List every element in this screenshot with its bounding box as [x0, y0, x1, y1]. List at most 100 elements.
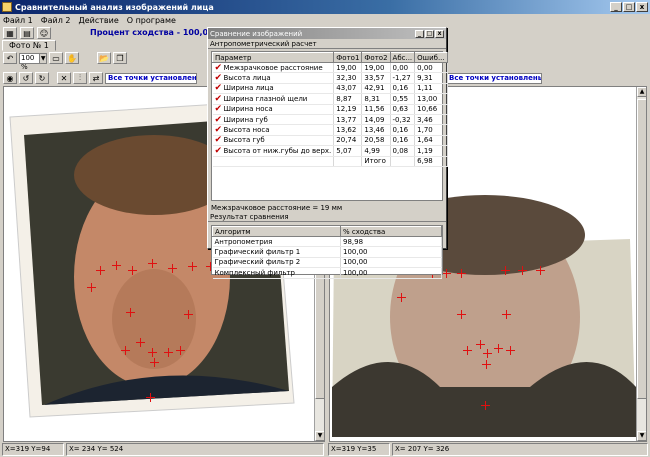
rotate-right-icon[interactable]: ↻	[35, 72, 49, 84]
tab-photo-1[interactable]: Фото № 1	[2, 40, 56, 51]
landmark-marker[interactable]	[126, 308, 135, 317]
landmark-marker[interactable]	[506, 346, 515, 355]
landmark-marker[interactable]	[463, 346, 472, 355]
landmark-marker[interactable]	[148, 259, 157, 268]
checkmark-icon[interactable]: ✔	[215, 115, 224, 124]
table-row[interactable]: ✔Ширина лица 43,07 42,91 0,16 1,11	[212, 83, 448, 95]
zoom-select[interactable]: 100 % ▼	[19, 52, 47, 71]
checkmark-icon[interactable]: ✔	[215, 74, 224, 83]
minimize-button[interactable]: _	[610, 2, 622, 12]
result-section-label: Результат сравнения	[208, 212, 446, 222]
landmark-marker[interactable]	[397, 293, 406, 302]
landmark-marker[interactable]	[476, 340, 485, 349]
hand-pan-icon[interactable]: ✋	[65, 52, 79, 64]
checkmark-icon[interactable]: ✔	[215, 146, 224, 155]
col-similarity[interactable]: % сходства	[340, 226, 442, 237]
col-algorithm[interactable]: Алгоритм	[212, 226, 341, 237]
table-row[interactable]: Комплексный фильтр 100,00	[212, 267, 442, 279]
menu-action[interactable]: Действие	[78, 16, 118, 25]
checkmark-icon[interactable]: ✔	[215, 136, 224, 145]
scroll-down-icon[interactable]: ▼	[315, 431, 324, 441]
landmark-marker[interactable]	[442, 269, 451, 278]
document-icon[interactable]: ▤	[20, 27, 34, 39]
scroll-up-icon[interactable]: ▲	[637, 87, 646, 97]
landmark-marker[interactable]	[96, 266, 105, 275]
landmark-marker[interactable]	[176, 346, 185, 355]
dialog-close-button[interactable]: x	[435, 29, 444, 38]
col-error[interactable]: Ошиб...	[414, 52, 448, 63]
dialog-minimize-button[interactable]: _	[415, 29, 424, 38]
table-row[interactable]: ✔Ширина глазной щели 8,87 8,31 0,55 13,00	[212, 93, 448, 105]
col-parameter[interactable]: Параметр	[211, 52, 335, 63]
table-row[interactable]: Графический фильтр 2 100,00	[212, 257, 442, 269]
table-row[interactable]: ✔Ширина носа 12,19 11,56 0,63 10,66	[212, 104, 448, 115]
rectangle-select-icon[interactable]: ▭	[49, 52, 63, 64]
landmark-marker[interactable]	[112, 261, 121, 270]
menu-file2[interactable]: Файл 2	[41, 16, 71, 25]
table-row[interactable]: Графический фильтр 1 100,00	[212, 246, 442, 258]
table-row[interactable]: ✔Высота лица 32,30 33,57 -1,27 9,31	[212, 72, 448, 84]
landmark-marker[interactable]	[457, 310, 466, 319]
align-icon[interactable]: ⫶	[73, 72, 87, 84]
table-row[interactable]: ✔Межзрачковое расстояние 19,00 19,00 0,00 0,…	[212, 62, 448, 74]
anthropometric-table[interactable]: Параметр Фото1 Фото2 Абс... Ошиб... ✔Меж…	[211, 51, 448, 201]
table-row[interactable]: ✔Высота носа 13,62 13,46 0,16 1,70	[212, 124, 448, 136]
scroll-thumb[interactable]	[637, 99, 646, 399]
open-folder-icon[interactable]: 📂	[97, 52, 111, 64]
table-row[interactable]: ✔Ширина губ 13,77 14,09 -0,32 3,46	[212, 114, 448, 126]
eye-icon[interactable]: ◉	[3, 72, 17, 84]
table-row[interactable]: Антропометрия 98,98	[212, 236, 442, 248]
swap-icon[interactable]: ⇄	[89, 72, 103, 84]
landmark-marker[interactable]	[502, 310, 511, 319]
delete-point-icon[interactable]: ✕	[57, 72, 71, 84]
menu-file1[interactable]: Файл 1	[3, 16, 33, 25]
landmark-marker[interactable]	[87, 283, 96, 292]
scroll-down-icon[interactable]: ▼	[637, 431, 646, 441]
landmark-marker[interactable]	[146, 393, 155, 402]
landmark-marker[interactable]	[136, 338, 145, 347]
table-row[interactable]: ✔Высота губ 20,74 20,58 0,16 1,64	[212, 135, 448, 147]
landmark-marker[interactable]	[483, 349, 492, 358]
copy-icon[interactable]: ❐	[113, 52, 127, 64]
table-row[interactable]: ✔Высота от ниж.губы до верх. 5,07 4,99 0,08…	[212, 145, 448, 157]
rotate-left-icon[interactable]: ↺	[19, 72, 33, 84]
right-vertical-scrollbar[interactable]: ▲ ▼	[636, 87, 646, 441]
dialog-maximize-button[interactable]: □	[425, 29, 434, 38]
landmark-marker[interactable]	[168, 264, 177, 273]
landmark-marker[interactable]	[482, 360, 491, 369]
checkmark-icon[interactable]: ✔	[215, 126, 224, 135]
landmark-marker[interactable]	[457, 269, 466, 278]
landmark-marker[interactable]	[536, 266, 545, 275]
undo-icon[interactable]: ↶	[3, 52, 17, 64]
col-abs[interactable]: Абс...	[389, 52, 416, 63]
left-point-toolbar: ◉ ↺ ↻ ✕ ⫶ ⇄ Все точки установлены	[3, 71, 197, 85]
landmark-marker[interactable]	[188, 262, 197, 271]
landmark-marker[interactable]	[518, 266, 527, 275]
checkmark-icon[interactable]: ✔	[215, 94, 224, 103]
landmark-marker[interactable]	[121, 346, 130, 355]
landmark-marker[interactable]	[164, 348, 173, 357]
parameter-cell: ✔Ширина лица	[212, 83, 335, 95]
result-table[interactable]: Алгоритм % сходства Антропометрия 98,98 Гр…	[211, 225, 443, 279]
maximize-button[interactable]: □	[623, 2, 635, 12]
value-cell: 32,30	[333, 72, 363, 84]
window-title: Сравнительный анализ изображений лица	[15, 2, 214, 12]
landmark-marker[interactable]	[150, 358, 159, 367]
menu-about[interactable]: О програме	[127, 16, 176, 25]
landmark-marker[interactable]	[481, 401, 490, 410]
close-button[interactable]: x	[636, 2, 648, 12]
checkmark-icon[interactable]: ✔	[215, 63, 224, 72]
face-settings-icon[interactable]: ☺	[37, 27, 51, 39]
checkmark-icon[interactable]: ✔	[215, 84, 224, 93]
landmark-marker[interactable]	[148, 348, 157, 357]
checkmark-icon[interactable]: ✔	[215, 105, 224, 114]
value-cell: 9,31	[414, 72, 448, 84]
value-cell: 11,56	[361, 104, 391, 115]
landmark-marker[interactable]	[501, 266, 510, 275]
calculator-icon[interactable]: ▦	[3, 27, 17, 39]
col-photo2[interactable]: Фото2	[361, 52, 391, 63]
col-photo1[interactable]: Фото1	[333, 52, 363, 63]
landmark-marker[interactable]	[494, 344, 503, 353]
landmark-marker[interactable]	[184, 310, 193, 319]
landmark-marker[interactable]	[128, 266, 137, 275]
